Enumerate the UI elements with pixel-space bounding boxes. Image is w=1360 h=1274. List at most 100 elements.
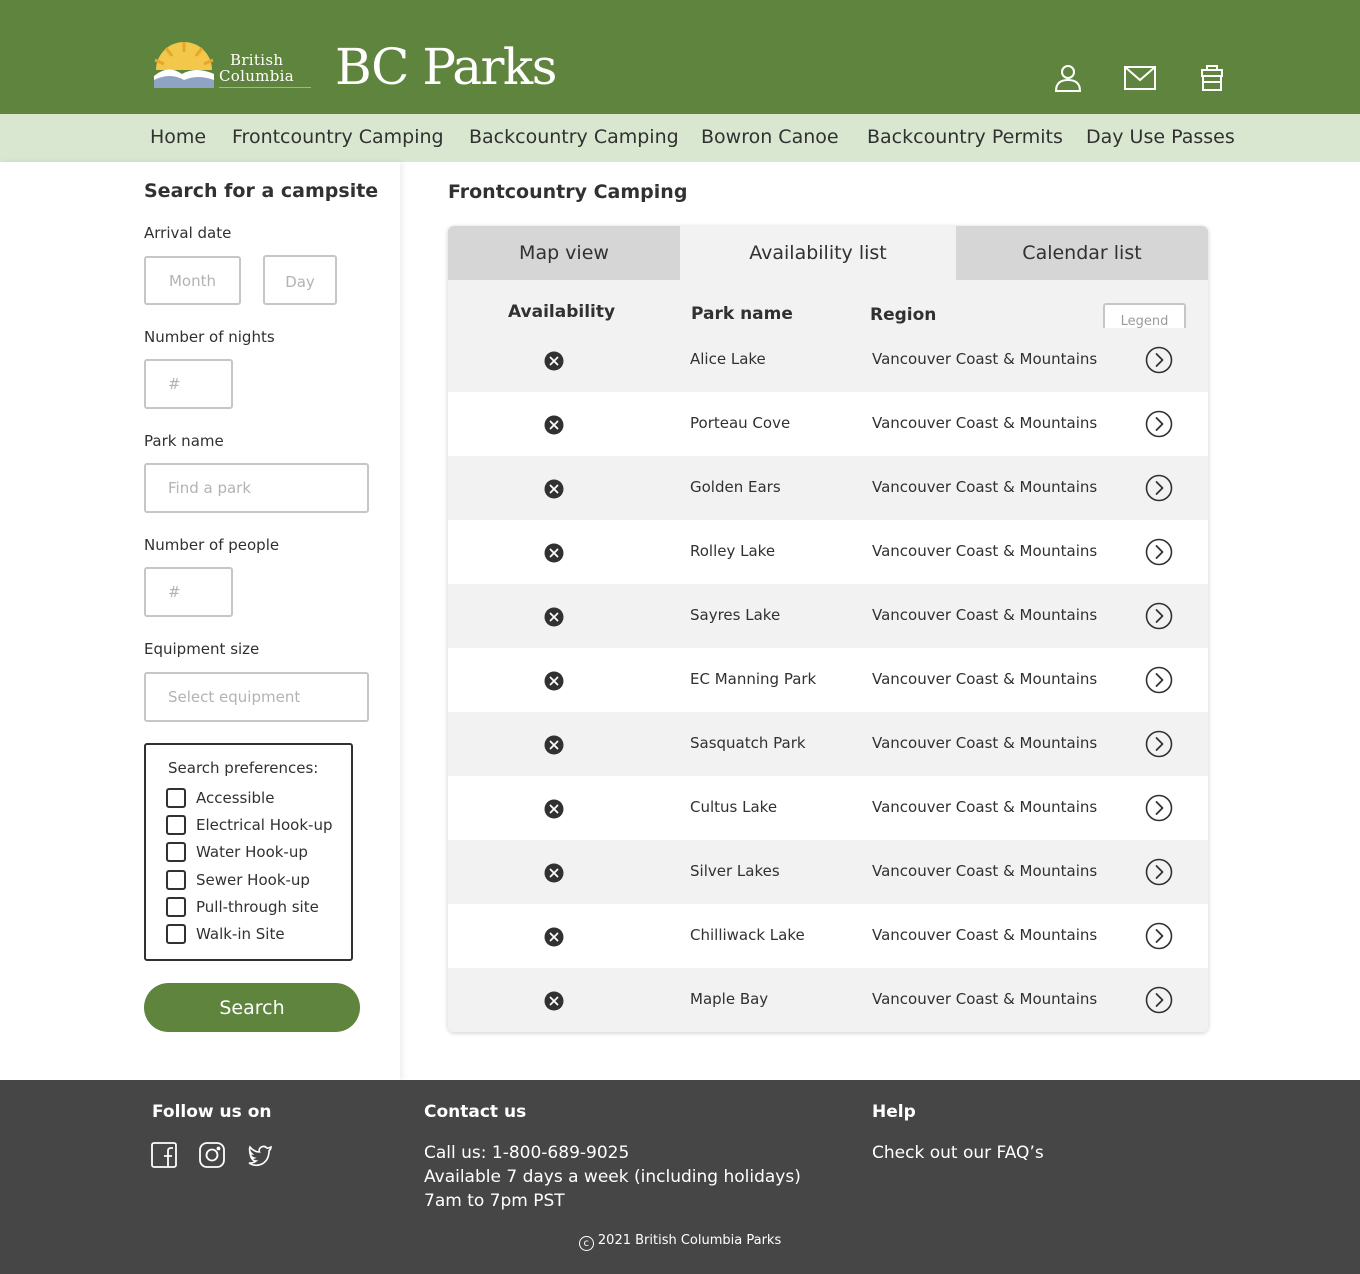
unavailable-icon bbox=[544, 863, 564, 883]
arrival-day-input[interactable]: Day bbox=[263, 255, 337, 305]
help-title: Help bbox=[872, 1102, 916, 1122]
table-row[interactable]: Golden Ears Vancouver Coast & Mountains bbox=[448, 456, 1208, 520]
nav-backcountry-camping[interactable]: Backcountry Camping bbox=[469, 114, 679, 162]
instagram-icon[interactable] bbox=[199, 1142, 225, 1168]
chevron-right-icon[interactable] bbox=[1145, 410, 1173, 438]
pref-label: Sewer Hook-up bbox=[196, 871, 310, 889]
region-cell: Vancouver Coast & Mountains bbox=[872, 606, 1098, 624]
facebook-icon[interactable] bbox=[151, 1142, 177, 1168]
park-name-cell: Chilliwack Lake bbox=[690, 926, 805, 944]
logo-line-2: Columbia bbox=[219, 67, 294, 85]
pref-accessible[interactable]: Accessible bbox=[166, 787, 274, 809]
table-row[interactable]: EC Manning Park Vancouver Coast & Mountai… bbox=[448, 648, 1208, 712]
pref-pull-through[interactable]: Pull-through site bbox=[166, 896, 319, 918]
unavailable-icon bbox=[544, 799, 564, 819]
column-region: Region bbox=[870, 305, 937, 325]
pref-label: Pull-through site bbox=[196, 898, 319, 916]
column-park-name: Park name bbox=[691, 304, 793, 324]
chevron-right-icon[interactable] bbox=[1145, 858, 1173, 886]
arrival-month-input[interactable]: Month bbox=[144, 256, 241, 305]
tab-map-view[interactable]: Map view bbox=[448, 226, 680, 280]
region-cell: Vancouver Coast & Mountains bbox=[872, 990, 1098, 1008]
park-name-label: Park name bbox=[144, 432, 224, 450]
mail-icon[interactable] bbox=[1124, 62, 1156, 94]
park-name-cell: Golden Ears bbox=[690, 478, 781, 496]
main-nav: Home Frontcountry Camping Backcountry Ca… bbox=[0, 114, 1360, 162]
pref-sewer-hookup[interactable]: Sewer Hook-up bbox=[166, 869, 310, 891]
chevron-right-icon[interactable] bbox=[1145, 730, 1173, 758]
chevron-right-icon[interactable] bbox=[1145, 666, 1173, 694]
park-name-cell: Maple Bay bbox=[690, 990, 769, 1008]
table-row[interactable]: Porteau Cove Vancouver Coast & Mountains bbox=[448, 392, 1208, 456]
chevron-right-icon[interactable] bbox=[1145, 922, 1173, 950]
user-icon[interactable] bbox=[1052, 62, 1084, 94]
search-button[interactable]: Search bbox=[144, 983, 360, 1032]
unavailable-icon bbox=[544, 991, 564, 1011]
region-cell: Vancouver Coast & Mountains bbox=[872, 542, 1098, 560]
pref-label: Water Hook-up bbox=[196, 843, 308, 861]
copyright-text: 2021 British Columbia Parks bbox=[597, 1233, 782, 1248]
nav-bowron-canoe[interactable]: Bowron Canoe bbox=[701, 114, 839, 162]
people-label: Number of people bbox=[144, 536, 280, 554]
checkbox[interactable] bbox=[166, 815, 186, 835]
checkbox[interactable] bbox=[166, 897, 186, 917]
table-row[interactable]: Chilliwack Lake Vancouver Coast & Mountai… bbox=[448, 904, 1208, 968]
nav-day-use-passes[interactable]: Day Use Passes bbox=[1086, 114, 1235, 162]
region-cell: Vancouver Coast & Mountains bbox=[872, 734, 1098, 752]
contact-title: Contact us bbox=[424, 1102, 527, 1122]
column-availability: Availability bbox=[508, 302, 616, 322]
nav-backcountry-permits[interactable]: Backcountry Permits bbox=[867, 114, 1063, 162]
results-panel: Map view Availability list Calendar list… bbox=[448, 226, 1208, 1032]
people-input[interactable]: # bbox=[144, 567, 233, 617]
checkbox[interactable] bbox=[166, 842, 186, 862]
unavailable-icon bbox=[544, 607, 564, 627]
faq-link[interactable]: Check out our FAQ’s bbox=[872, 1143, 1044, 1163]
checkbox[interactable] bbox=[166, 788, 186, 808]
follow-title: Follow us on bbox=[152, 1102, 272, 1122]
bc-government-logo[interactable]: British Columbia bbox=[152, 40, 317, 92]
logo-gold-rule bbox=[219, 87, 311, 88]
chevron-right-icon[interactable] bbox=[1145, 986, 1173, 1014]
nav-home[interactable]: Home bbox=[150, 114, 206, 162]
table-row[interactable]: Cultus Lake Vancouver Coast & Mountains bbox=[448, 776, 1208, 840]
park-name-cell: Sayres Lake bbox=[690, 606, 781, 624]
table-row[interactable]: Silver Lakes Vancouver Coast & Mountains bbox=[448, 840, 1208, 904]
table-row[interactable]: Sayres Lake Vancouver Coast & Mountains bbox=[448, 584, 1208, 648]
nights-label: Number of nights bbox=[144, 328, 275, 346]
region-cell: Vancouver Coast & Mountains bbox=[872, 478, 1098, 496]
tab-availability-list[interactable]: Availability list bbox=[680, 226, 956, 280]
arrival-date-label: Arrival date bbox=[144, 224, 232, 242]
chevron-right-icon[interactable] bbox=[1145, 794, 1173, 822]
chevron-right-icon[interactable] bbox=[1145, 602, 1173, 630]
nights-input[interactable]: # bbox=[144, 359, 233, 409]
equipment-select[interactable]: Select equipment bbox=[144, 672, 369, 722]
twitter-icon[interactable] bbox=[247, 1142, 273, 1168]
pref-water-hookup[interactable]: Water Hook-up bbox=[166, 841, 308, 863]
pref-electrical-hookup[interactable]: Electrical Hook-up bbox=[166, 814, 332, 836]
nav-frontcountry-camping[interactable]: Frontcountry Camping bbox=[232, 114, 444, 162]
checkbox[interactable] bbox=[166, 924, 186, 944]
copyright: c 2021 British Columbia Parks bbox=[0, 1233, 1360, 1251]
table-row[interactable]: Rolley Lake Vancouver Coast & Mountains bbox=[448, 520, 1208, 584]
tab-calendar-list[interactable]: Calendar list bbox=[956, 226, 1208, 280]
cart-icon[interactable] bbox=[1196, 62, 1228, 94]
table-row[interactable]: Sasquatch Park Vancouver Coast & Mountain… bbox=[448, 712, 1208, 776]
unavailable-icon bbox=[544, 479, 564, 499]
region-cell: Vancouver Coast & Mountains bbox=[872, 670, 1098, 688]
pref-walk-in[interactable]: Walk-in Site bbox=[166, 923, 285, 945]
equipment-label: Equipment size bbox=[144, 640, 260, 658]
table-row[interactable]: Maple Bay Vancouver Coast & Mountains bbox=[448, 968, 1208, 1032]
contact-phone[interactable]: Call us: 1-800-689-9025 bbox=[424, 1143, 629, 1163]
site-title[interactable]: BC Parks bbox=[335, 34, 557, 100]
contact-hours: Available 7 days a week (including holid… bbox=[424, 1167, 801, 1187]
checkbox[interactable] bbox=[166, 870, 186, 890]
table-row[interactable]: Alice Lake Vancouver Coast & Mountains bbox=[448, 328, 1208, 392]
region-cell: Vancouver Coast & Mountains bbox=[872, 414, 1098, 432]
park-name-input[interactable]: Find a park bbox=[144, 463, 369, 513]
chevron-right-icon[interactable] bbox=[1145, 346, 1173, 374]
park-name-cell: Rolley Lake bbox=[690, 542, 776, 560]
unavailable-icon bbox=[544, 735, 564, 755]
chevron-right-icon[interactable] bbox=[1145, 474, 1173, 502]
chevron-right-icon[interactable] bbox=[1145, 538, 1173, 566]
unavailable-icon bbox=[544, 671, 564, 691]
